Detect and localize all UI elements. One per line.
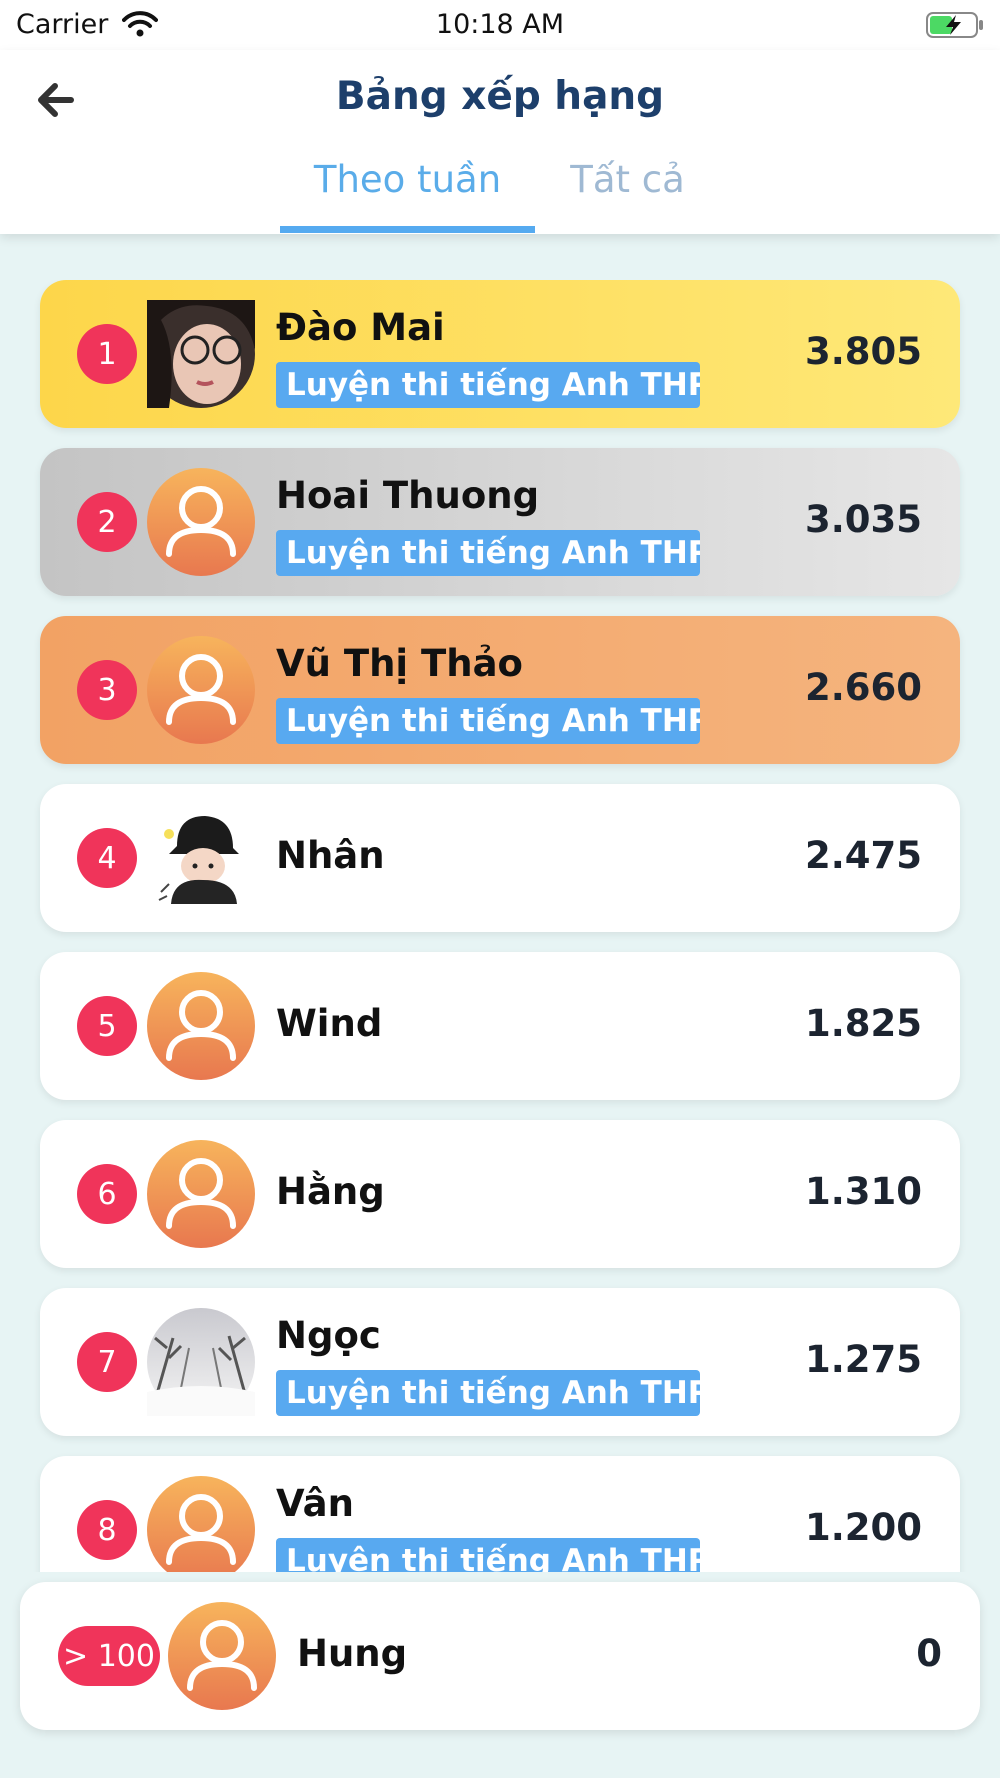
- player-name: Nhân: [276, 834, 385, 877]
- default-user-icon: [147, 636, 255, 744]
- player-name: Ngọc: [276, 1314, 381, 1357]
- rank-badge: 8: [77, 1500, 137, 1560]
- player-score: 0: [916, 1632, 942, 1675]
- player-score: 1.275: [804, 1338, 922, 1381]
- player-score: 2.660: [804, 666, 922, 709]
- player-score: 2.475: [804, 834, 922, 877]
- default-user-icon: [168, 1602, 276, 1710]
- leaderboard-row[interactable]: 4 Nhân 2.475: [40, 784, 960, 932]
- rank-badge: 5: [77, 996, 137, 1056]
- avatar: [147, 300, 255, 408]
- status-bar: Carrier 10:18 AM: [0, 0, 1000, 50]
- leaderboard-row[interactable]: 8 Vân Luyện thi tiếng Anh THPT 1.200: [40, 1456, 960, 1572]
- player-score: 1.310: [804, 1170, 922, 1213]
- player-score: 1.200: [804, 1506, 922, 1549]
- player-name: Hung: [297, 1632, 408, 1675]
- player-name: Vũ Thị Thảo: [276, 642, 523, 685]
- leaderboard-row[interactable]: 5 Wind 1.825: [40, 952, 960, 1100]
- course-tag: Luyện thi tiếng Anh THPT: [276, 1370, 700, 1416]
- course-tag: Luyện thi tiếng Anh THPT: [276, 362, 700, 408]
- player-name: Wind: [276, 1002, 383, 1045]
- leaderboard-row[interactable]: 3 Vũ Thị Thảo Luyện thi tiếng Anh THPT 2…: [40, 616, 960, 764]
- leaderboard-row[interactable]: 6 Hằng 1.310: [40, 1120, 960, 1268]
- avatar: [147, 804, 255, 912]
- rank-badge: > 100: [58, 1626, 160, 1686]
- battery-charging-icon: [926, 12, 983, 38]
- rank-badge: 3: [77, 660, 137, 720]
- default-user-icon: [147, 1140, 255, 1248]
- active-tab-indicator: [280, 226, 535, 233]
- course-tag: Luyện thi tiếng Anh THPT: [276, 698, 700, 744]
- app-header: Bảng xếp hạng Theo tuần Tất cả: [0, 50, 1000, 234]
- default-user-icon: [147, 972, 255, 1080]
- player-score: 1.825: [804, 1002, 922, 1045]
- leaderboard-screen: Carrier 10:18 AM Bảng xếp hạng Theo tuần…: [0, 0, 1000, 1778]
- rank-badge: 2: [77, 492, 137, 552]
- player-name: Hoai Thuong: [276, 474, 540, 517]
- leaderboard-row[interactable]: 2 Hoai Thuong Luyện thi tiếng Anh THPT 3…: [40, 448, 960, 596]
- player-score: 3.805: [804, 330, 922, 373]
- player-score: 3.035: [804, 498, 922, 541]
- course-tag: Luyện thi tiếng Anh THPT: [276, 1538, 700, 1572]
- current-user-row[interactable]: > 100 Hung 0: [20, 1582, 980, 1730]
- player-name: Vân: [276, 1482, 354, 1525]
- avatar: [147, 1308, 255, 1416]
- default-user-icon: [147, 1476, 255, 1572]
- clock: 10:18 AM: [435, 9, 565, 40]
- tab-weekly[interactable]: Theo tuần: [280, 158, 535, 234]
- tab-all-time[interactable]: Tất cả: [540, 158, 715, 234]
- course-tag: Luyện thi tiếng Anh THPT: [276, 530, 700, 576]
- rank-badge: 1: [77, 324, 137, 384]
- player-name: Đào Mai: [276, 306, 445, 349]
- rank-badge: 7: [77, 1332, 137, 1392]
- page-title: Bảng xếp hạng: [335, 74, 665, 119]
- rank-badge: 6: [77, 1164, 137, 1224]
- player-name: Hằng: [276, 1170, 385, 1213]
- leaderboard-row[interactable]: 7 Ngọc Luyện thi tiếng Anh THPT 1.275: [40, 1288, 960, 1436]
- default-user-icon: [147, 468, 255, 576]
- leaderboard-list[interactable]: 1 Đào Mai Luyện thi tiếng Anh THPT 3.805…: [0, 280, 1000, 1572]
- leaderboard-row[interactable]: 1 Đào Mai Luyện thi tiếng Anh THPT 3.805: [40, 280, 960, 428]
- rank-badge: 4: [77, 828, 137, 888]
